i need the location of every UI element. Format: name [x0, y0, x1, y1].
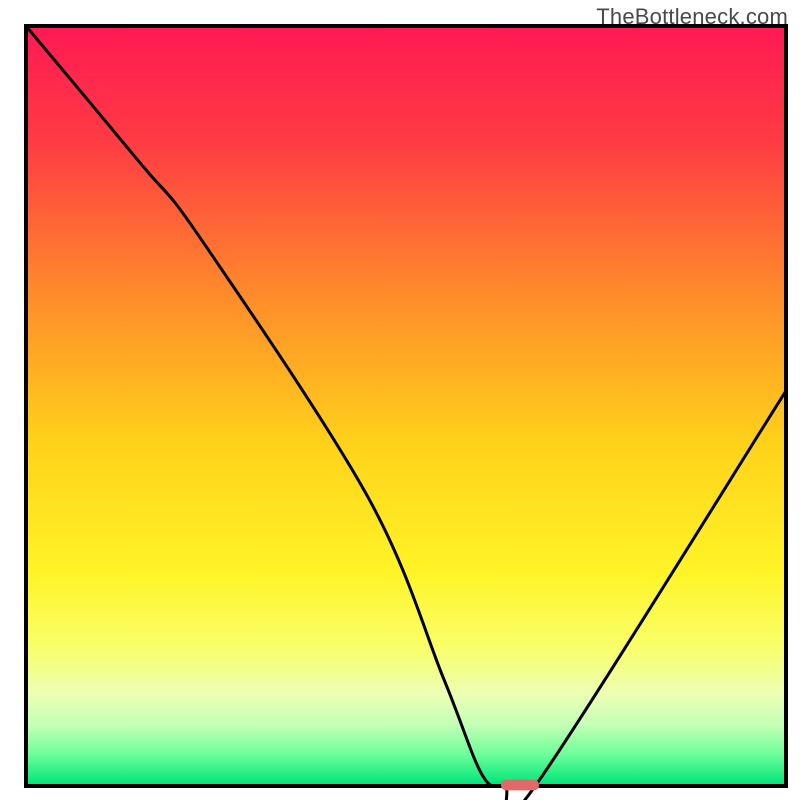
bottleneck-chart	[0, 0, 800, 800]
gradient-fill	[28, 28, 784, 784]
watermark-text: TheBottleneck.com	[596, 4, 788, 30]
chart-stage: TheBottleneck.com	[0, 0, 800, 800]
optimal-marker	[501, 780, 539, 791]
